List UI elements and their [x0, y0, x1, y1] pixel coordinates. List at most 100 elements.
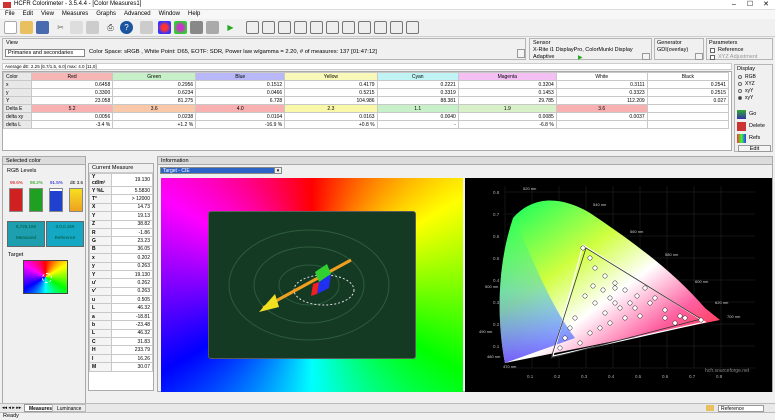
grid-cell[interactable]: 3.6	[555, 104, 648, 113]
grid-cell[interactable]: 0.2956	[112, 80, 197, 89]
new-icon[interactable]	[4, 21, 17, 34]
grid-cell[interactable]: 4.0	[195, 104, 286, 113]
grid-cell[interactable]: 0.0085	[457, 112, 557, 121]
grid-cell[interactable]: 0.027	[646, 96, 730, 105]
grid-cell[interactable]: -3.4 %	[30, 120, 114, 129]
grid-cell[interactable]: 112.209	[555, 96, 648, 105]
grid-col-white[interactable]: White	[555, 72, 648, 81]
paste-icon[interactable]	[86, 21, 99, 34]
menu-edit[interactable]: Edit	[20, 10, 36, 18]
grid-cell[interactable]: 0.1512	[195, 80, 286, 89]
cie-chart[interactable]: 0.1 0.2 0.3 0.4 0.5 0.6 0.7 0.8 0.1 0.2 0.3 0.4 0.5…	[465, 178, 772, 392]
grid-cell[interactable]: 6.728	[195, 96, 286, 105]
grid-cell[interactable]: 0.3111	[555, 80, 648, 89]
minimize-button[interactable]: –	[726, 0, 742, 10]
grid-col-blue[interactable]: Blue	[195, 72, 286, 81]
copy-icon[interactable]	[70, 21, 83, 34]
delete-icon[interactable]	[737, 122, 746, 131]
grid-cell[interactable]: 0.5215	[284, 88, 378, 97]
target-thumbnail[interactable]	[23, 260, 68, 294]
tab-luminance[interactable]: Luminance	[52, 404, 87, 412]
grid-cell[interactable]: 0.0466	[195, 88, 286, 97]
target-dropdown[interactable]: Target - CIE	[160, 167, 282, 174]
delete-button[interactable]: Delete	[749, 123, 765, 129]
maximize-button[interactable]: ☐	[742, 0, 758, 10]
grid-cell[interactable]: 0.2221	[376, 80, 459, 89]
menu-window[interactable]: Window	[156, 10, 183, 18]
grid-cell[interactable]: 0.0056	[30, 112, 114, 121]
sensor-config-button[interactable]	[642, 53, 650, 60]
grid-cell[interactable]	[646, 104, 730, 113]
grid-cell[interactable]: +1.2 %	[112, 120, 197, 129]
measure-secondary-icon[interactable]	[174, 21, 187, 34]
grid-cell[interactable]: 0.2541	[646, 80, 730, 89]
view-edit-button[interactable]	[517, 49, 525, 58]
grid-cell[interactable]: 0.6234	[112, 88, 197, 97]
grid-col-green[interactable]: Green	[112, 72, 197, 81]
graph-11-icon[interactable]	[406, 21, 419, 34]
grid-col-red[interactable]: Red	[30, 72, 114, 81]
grid-cell[interactable]: 0.1453	[457, 88, 557, 97]
grid-cell[interactable]	[646, 120, 730, 129]
open-icon[interactable]	[20, 21, 33, 34]
reference-checkbox[interactable]	[710, 48, 715, 53]
generator-config-button[interactable]	[695, 53, 703, 60]
menu-measures[interactable]: Measures	[59, 10, 91, 18]
view-dropdown[interactable]: Primaries and secondaries	[5, 49, 85, 57]
grid-cell[interactable]: 0.0037	[555, 112, 648, 121]
grid-cell[interactable]: 0.2515	[646, 88, 730, 97]
menu-file[interactable]: File	[2, 10, 18, 18]
grid-cell[interactable]: 0.6458	[30, 80, 114, 89]
grid-cell[interactable]: 0.3300	[30, 88, 114, 97]
graph-5-icon[interactable]	[310, 21, 323, 34]
grid-cell[interactable]: 1.9	[457, 104, 557, 113]
graph-7-icon[interactable]	[342, 21, 355, 34]
grid-cell[interactable]: 0.0104	[195, 112, 286, 121]
grid-cell[interactable]: -	[376, 120, 459, 129]
grid-cell[interactable]: +0.8 %	[284, 120, 378, 129]
settings-icon[interactable]	[140, 21, 153, 34]
graph-6-icon[interactable]	[326, 21, 339, 34]
grid-cell[interactable]: 81.275	[112, 96, 197, 105]
grid-col-black[interactable]: Black	[646, 72, 730, 81]
reference-field[interactable]: Reference	[718, 405, 764, 412]
menu-advanced[interactable]: Advanced	[121, 10, 154, 18]
grid-col-cyan[interactable]: Cyan	[376, 72, 459, 81]
grid-cell[interactable]: -16.9 %	[195, 120, 286, 129]
graph-9-icon[interactable]	[374, 21, 387, 34]
grid-cell[interactable]: 3.6	[112, 104, 197, 113]
grid-cell[interactable]: 5.2	[30, 104, 114, 113]
grid-cell[interactable]: 88.381	[376, 96, 459, 105]
target-viewer[interactable]	[161, 178, 463, 392]
refs-icon[interactable]	[737, 134, 746, 143]
grid-cell[interactable]: 0.0163	[284, 112, 378, 121]
graph-10-icon[interactable]	[390, 21, 403, 34]
xyz-adjust-checkbox[interactable]	[710, 55, 715, 60]
radio-xyy-selected[interactable]	[738, 96, 742, 100]
refs-button[interactable]: Refs	[749, 135, 760, 141]
grid-cell[interactable]: -6.8 %	[457, 120, 557, 129]
grid-cell[interactable]: 0.0238	[112, 112, 197, 121]
go-icon[interactable]	[737, 110, 746, 119]
chevron-down-icon[interactable]: ▾	[274, 167, 282, 174]
graph-4-icon[interactable]	[294, 21, 307, 34]
close-button[interactable]: ✕	[758, 0, 774, 10]
grid-cell[interactable]: 0.3204	[457, 80, 557, 89]
grid-col-yellow[interactable]: Yellow	[284, 72, 378, 81]
grid-cell[interactable]: 0.4179	[284, 80, 378, 89]
grid-cell[interactable]: 23.058	[30, 96, 114, 105]
graph-8-icon[interactable]	[358, 21, 371, 34]
grid-cell[interactable]: 1.1	[376, 104, 459, 113]
radio-xyy[interactable]	[738, 89, 742, 93]
menu-help[interactable]: Help	[185, 10, 203, 18]
graph-2-icon[interactable]	[262, 21, 275, 34]
play-icon[interactable]: ▶	[224, 21, 237, 34]
measure-colors-icon[interactable]	[158, 21, 171, 34]
radio-xyz[interactable]	[738, 82, 742, 86]
graph-1-icon[interactable]	[246, 21, 259, 34]
grid-cell[interactable]: 104.986	[284, 96, 378, 105]
grid-cell[interactable]: 0.0040	[376, 112, 459, 121]
nav-arrows[interactable]: ◂◂ ◂ ▸ ▸▸	[2, 405, 21, 411]
print-icon[interactable]: ⎙	[104, 21, 117, 34]
menu-view[interactable]: View	[38, 10, 57, 18]
